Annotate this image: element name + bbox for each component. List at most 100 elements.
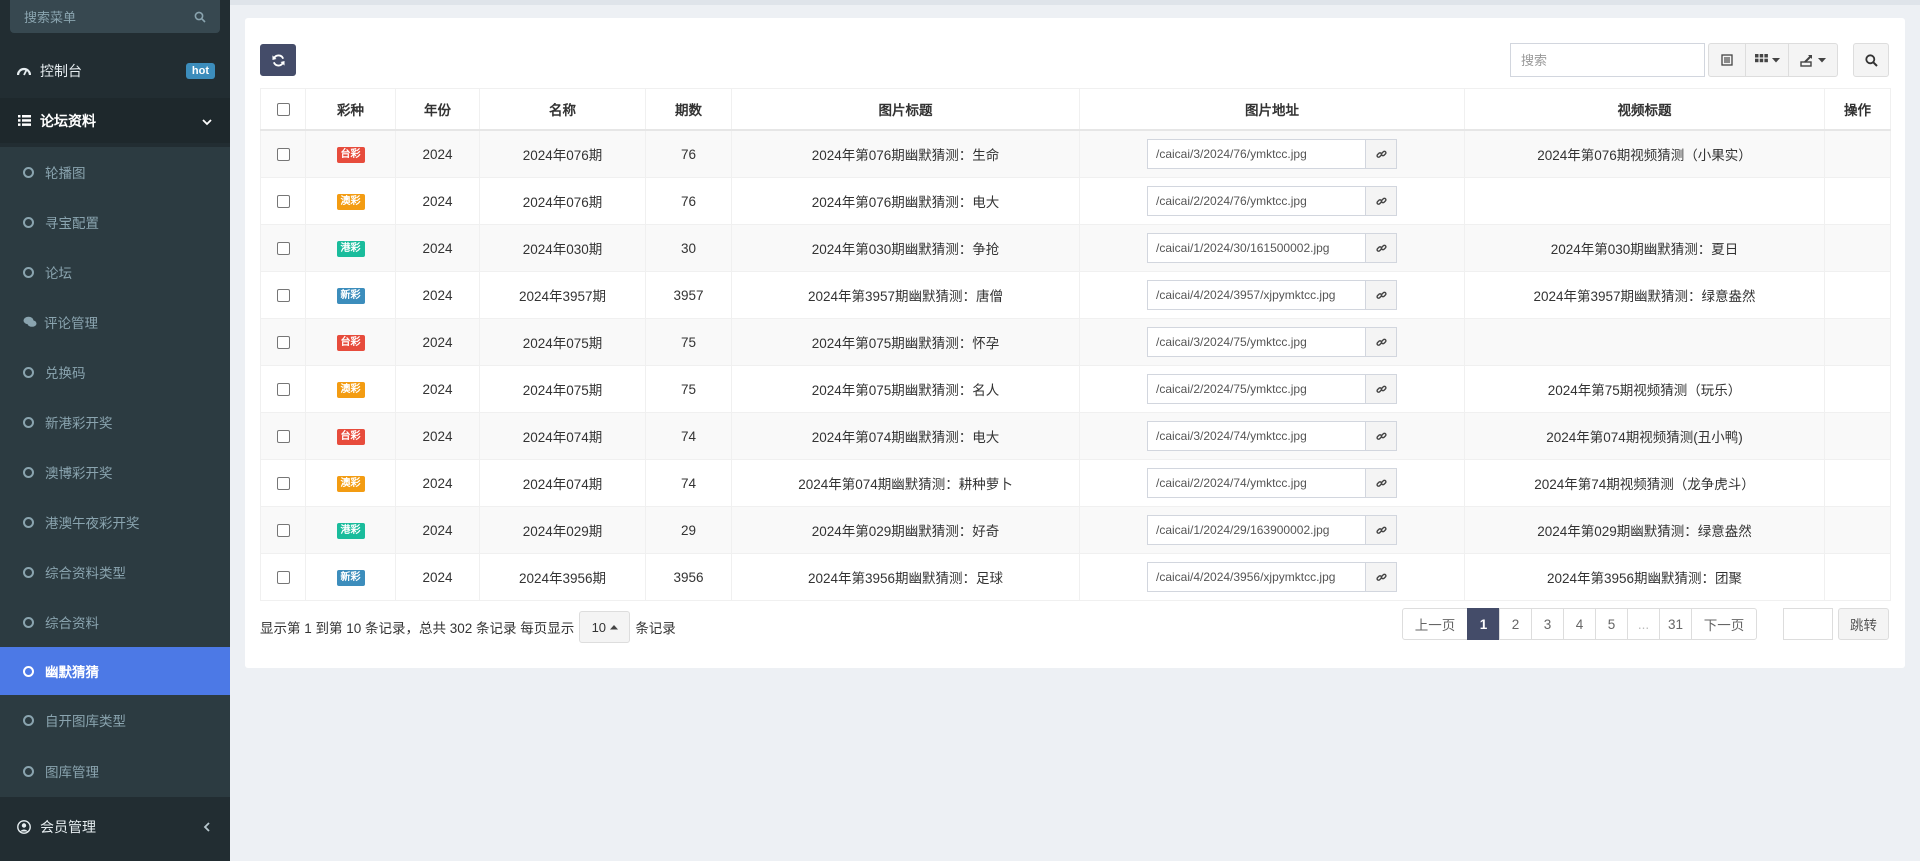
column-header[interactable]: 期数 xyxy=(645,88,732,131)
open-link-button[interactable] xyxy=(1365,139,1397,169)
nav-sub-redeem-code[interactable]: 兑换码 xyxy=(0,347,230,397)
select-all-cell xyxy=(260,88,306,131)
nav-sub-humor-guess[interactable]: 幽默猜猜 xyxy=(0,647,230,695)
jump-page-input[interactable] xyxy=(1783,608,1833,640)
prev-page-button[interactable]: 上一页 xyxy=(1402,608,1468,640)
image-url-input[interactable] xyxy=(1147,374,1365,404)
circle-icon xyxy=(23,516,34,528)
image-url-input[interactable] xyxy=(1147,421,1365,451)
page-button[interactable]: 2 xyxy=(1499,608,1532,640)
open-link-button[interactable] xyxy=(1365,562,1397,592)
refresh-button[interactable] xyxy=(260,44,296,76)
open-link-button[interactable] xyxy=(1365,186,1397,216)
row-checkbox[interactable] xyxy=(276,571,290,585)
page-size-value: 10 xyxy=(591,619,607,635)
image-url-input[interactable] xyxy=(1147,468,1365,498)
type-cell: 澳彩 xyxy=(305,177,396,225)
page-button[interactable]: 5 xyxy=(1595,608,1628,640)
page-size-select[interactable]: 10 xyxy=(579,611,631,643)
pagination-info-text: 显示第 1 到第 10 条记录，总共 302 条记录 每页显示 xyxy=(260,621,575,636)
nav-sub-hk-lottery[interactable]: 新港彩开奖 xyxy=(0,397,230,447)
link-icon xyxy=(1375,432,1387,440)
nav-sub-carousel[interactable]: 轮播图 xyxy=(0,147,230,197)
column-header[interactable]: 图片标题 xyxy=(731,88,1080,131)
nav-sub-info[interactable]: 综合资料 xyxy=(0,597,230,647)
image-title-cell: 2024年第029期幽默猜测：好奇 xyxy=(731,506,1080,554)
row-checkbox[interactable] xyxy=(276,195,290,209)
advanced-search-button[interactable] xyxy=(1853,43,1889,77)
data-table-wrapper: 彩种 年份 名称 期数 图片标题 图片地址 视频标题 操作 台彩 2024 2024… xyxy=(260,88,1891,601)
row-select-cell xyxy=(260,459,306,507)
jump-button[interactable]: 跳转 xyxy=(1838,608,1889,640)
nav-sub-label: 轮播图 xyxy=(45,166,86,181)
columns-button[interactable] xyxy=(1745,43,1789,77)
image-url-cell xyxy=(1079,459,1465,507)
nav-sub-gallery-manage[interactable]: 图库管理 xyxy=(0,745,230,797)
open-link-button[interactable] xyxy=(1365,327,1397,357)
circle-icon xyxy=(23,166,34,178)
nav-members[interactable]: 会员管理 xyxy=(0,803,230,851)
row-checkbox[interactable] xyxy=(276,383,290,397)
image-url-input[interactable] xyxy=(1147,515,1365,545)
next-page-button[interactable]: 下一页 xyxy=(1691,608,1757,640)
type-cell: 澳彩 xyxy=(305,459,396,507)
circle-icon xyxy=(23,466,34,478)
name-cell: 2024年029期 xyxy=(479,506,646,554)
column-header[interactable]: 彩种 xyxy=(305,88,396,131)
row-checkbox[interactable] xyxy=(276,477,290,491)
nav-sub-info-types[interactable]: 综合资料类型 xyxy=(0,547,230,597)
nav-forum[interactable]: 论坛资料 xyxy=(0,98,230,143)
row-select-cell xyxy=(260,553,306,601)
page-button[interactable]: 31 xyxy=(1659,608,1692,640)
open-link-button[interactable] xyxy=(1365,233,1397,263)
column-header[interactable]: 图片地址 xyxy=(1079,88,1465,131)
issue-cell: 76 xyxy=(645,177,732,225)
row-checkbox[interactable] xyxy=(276,336,290,350)
column-header[interactable]: 年份 xyxy=(395,88,480,131)
open-link-button[interactable] xyxy=(1365,421,1397,451)
nav-sub-treasure-config[interactable]: 寻宝配置 xyxy=(0,197,230,247)
nav-sub-macau-lottery[interactable]: 澳博彩开奖 xyxy=(0,447,230,497)
image-url-cell xyxy=(1079,177,1465,225)
row-checkbox[interactable] xyxy=(276,289,290,303)
nav-sub-comments[interactable]: 评论管理 xyxy=(0,297,230,347)
nav-dashboard[interactable]: 控制台 hot xyxy=(0,48,230,93)
export-button[interactable] xyxy=(1788,43,1838,77)
page-button[interactable]: 1 xyxy=(1467,608,1500,640)
issue-cell: 74 xyxy=(645,459,732,507)
page-button[interactable]: 4 xyxy=(1563,608,1596,640)
open-link-button[interactable] xyxy=(1365,515,1397,545)
nav-sub-gallery-types[interactable]: 自开图库类型 xyxy=(0,695,230,745)
image-url-input[interactable] xyxy=(1147,139,1365,169)
row-checkbox[interactable] xyxy=(276,430,290,444)
page-button[interactable]: 3 xyxy=(1531,608,1564,640)
pagination-info-suffix: 条记录 xyxy=(635,621,676,636)
video-title-cell xyxy=(1464,318,1825,366)
open-link-button[interactable] xyxy=(1365,374,1397,404)
nav-sub-midnight-lottery[interactable]: 港澳午夜彩开奖 xyxy=(0,497,230,547)
type-cell: 台彩 xyxy=(305,318,396,366)
image-url-input[interactable] xyxy=(1147,186,1365,216)
lottery-type-badge: 新彩 xyxy=(336,570,365,586)
sidebar-search[interactable]: 搜索菜单 xyxy=(10,0,220,33)
image-title-cell: 2024年第074期幽默猜测：电大 xyxy=(731,412,1080,460)
row-checkbox[interactable] xyxy=(276,524,290,538)
image-url-input[interactable] xyxy=(1147,233,1365,263)
nav-sub-forum[interactable]: 论坛 xyxy=(0,247,230,297)
open-link-button[interactable] xyxy=(1365,468,1397,498)
column-header[interactable]: 操作 xyxy=(1824,88,1891,131)
column-header[interactable]: 视频标题 xyxy=(1464,88,1825,131)
image-url-cell xyxy=(1079,365,1465,413)
open-link-button[interactable] xyxy=(1365,280,1397,310)
pagination-ellipsis[interactable]: ... xyxy=(1627,608,1660,640)
table-row: 新彩 20242024年3956期39562024年第3956期幽默猜测：足球 20… xyxy=(260,553,1891,601)
column-header[interactable]: 名称 xyxy=(479,88,646,131)
row-checkbox[interactable] xyxy=(276,242,290,256)
image-url-input[interactable] xyxy=(1147,280,1365,310)
table-search-input[interactable] xyxy=(1510,43,1705,77)
image-url-input[interactable] xyxy=(1147,327,1365,357)
select-all-checkbox[interactable] xyxy=(276,103,290,117)
image-url-input[interactable] xyxy=(1147,562,1365,592)
toggle-view-button[interactable] xyxy=(1708,43,1746,77)
row-checkbox[interactable] xyxy=(276,148,290,162)
